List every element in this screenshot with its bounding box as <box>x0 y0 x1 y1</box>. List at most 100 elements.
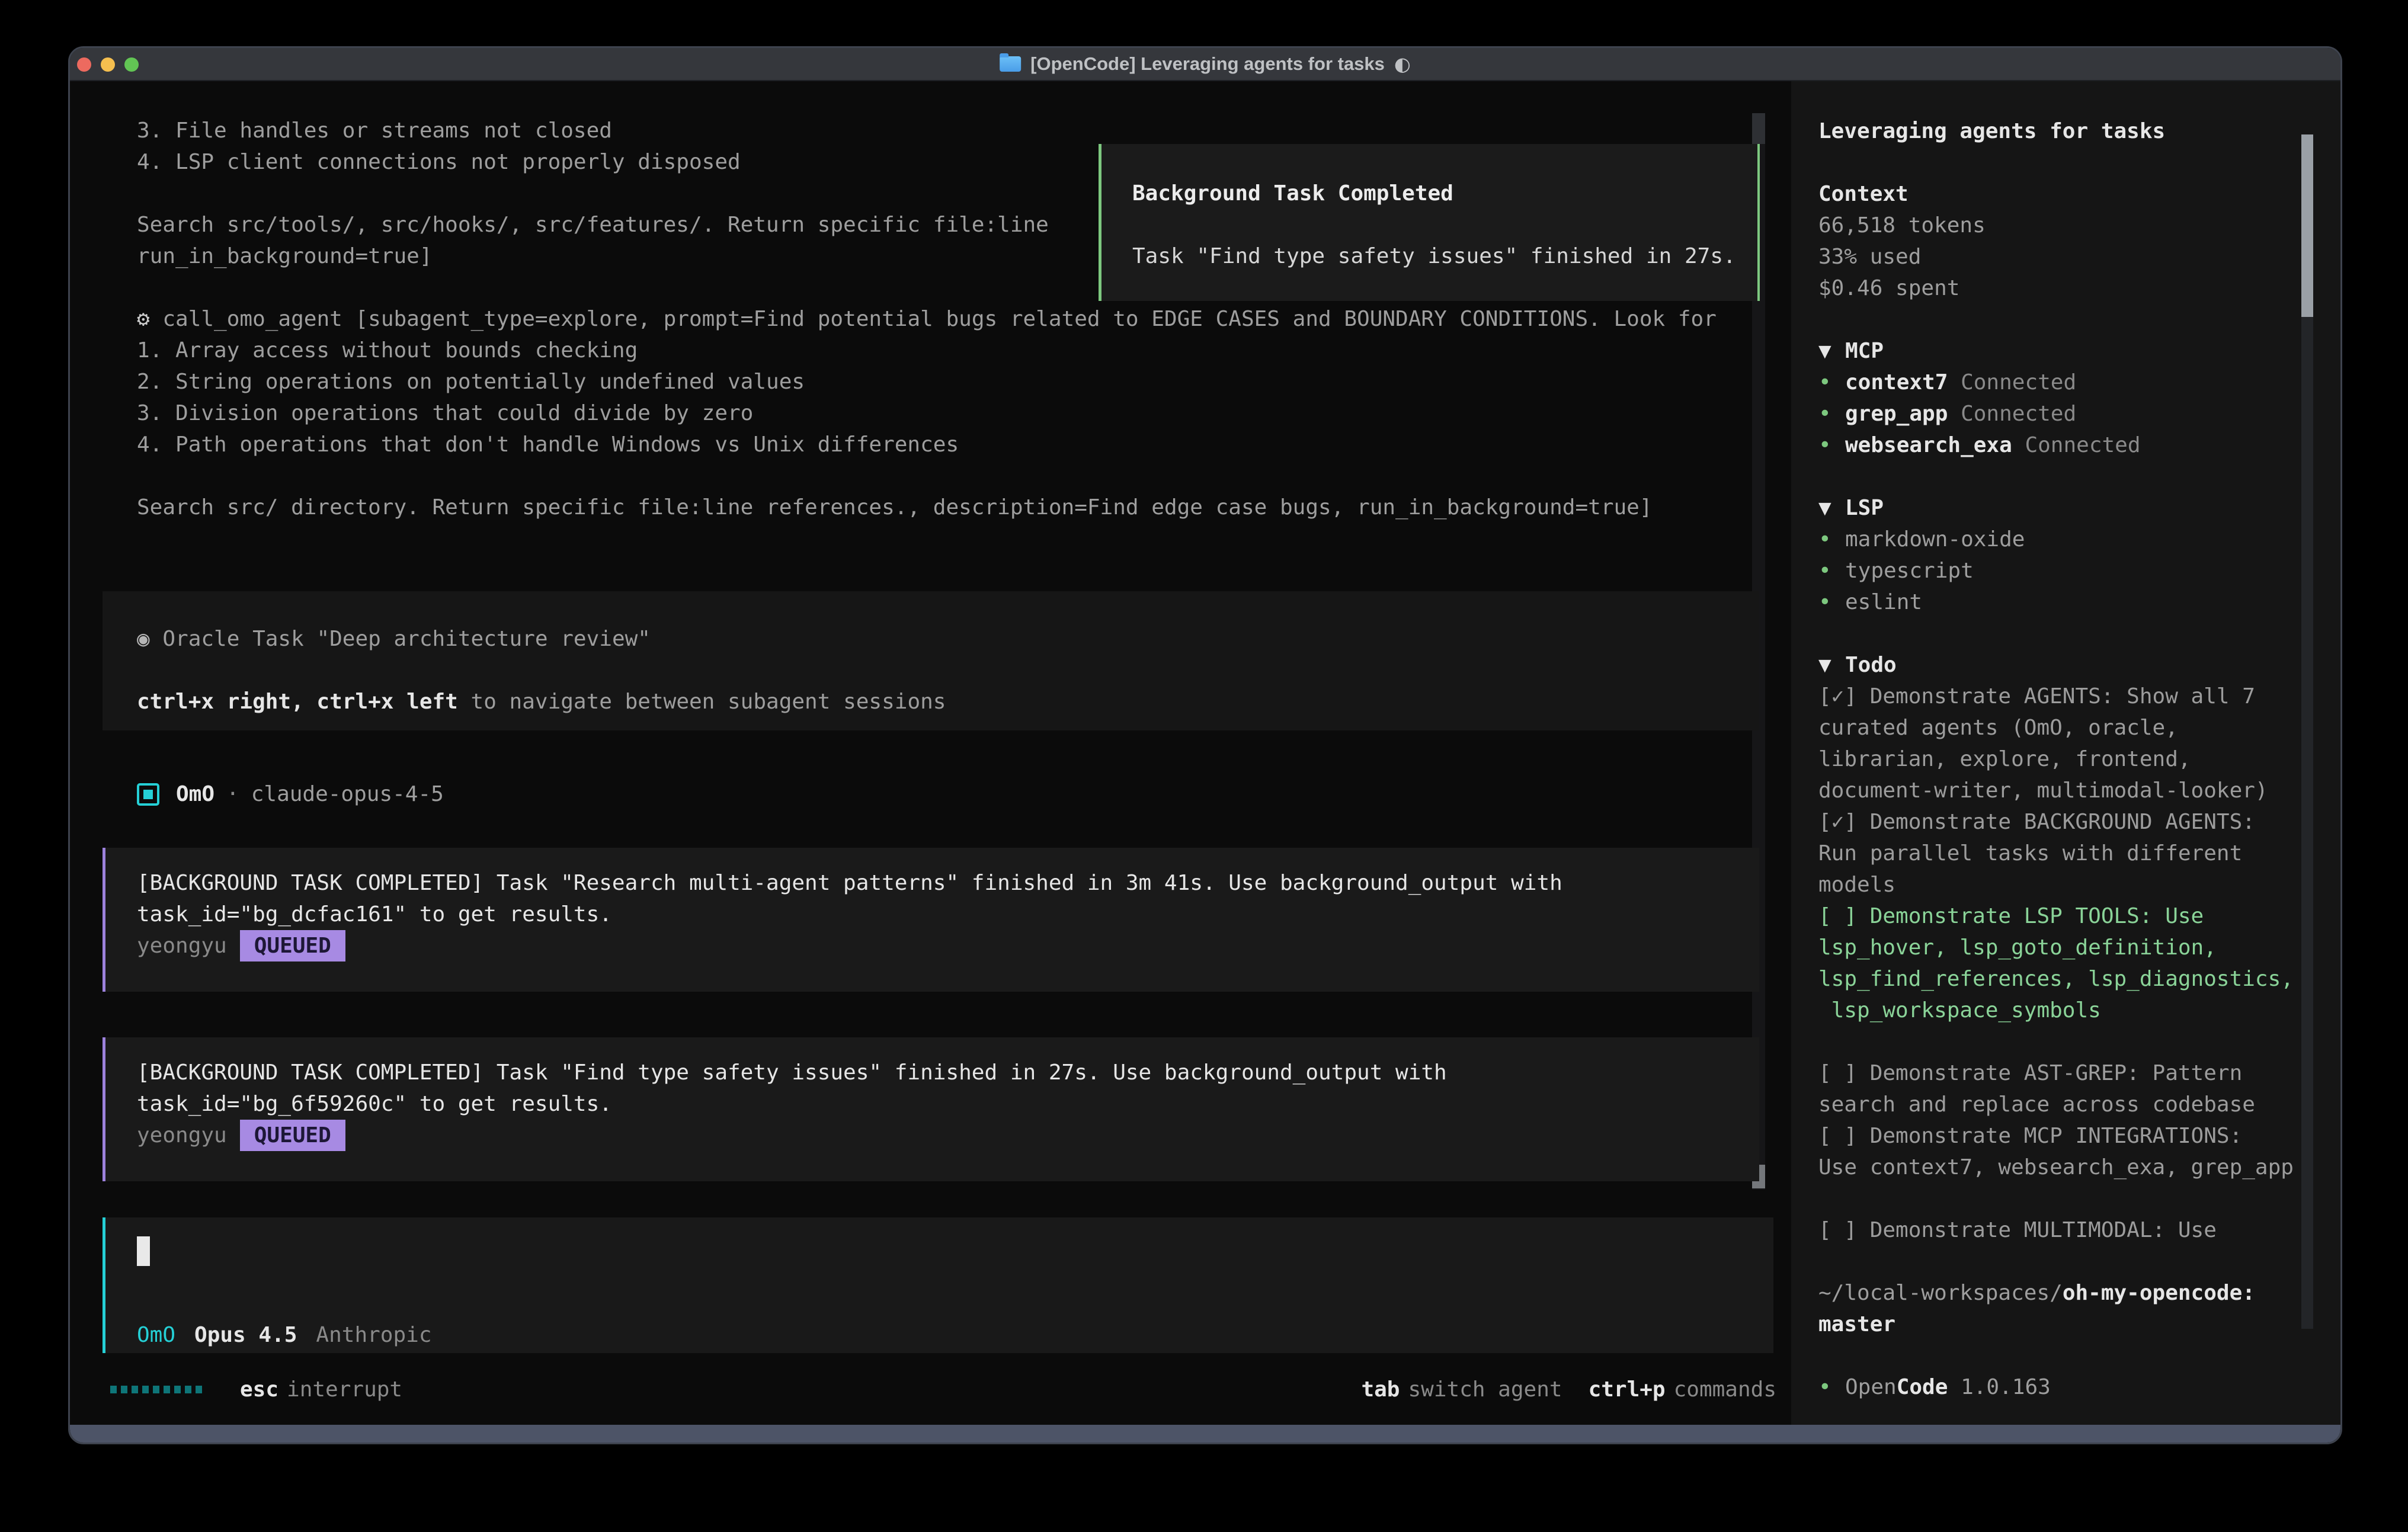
chat-scrollbar-thumb-top[interactable] <box>1752 113 1765 144</box>
prompt-input[interactable]: OmO Opus 4.5 Anthropic <box>103 1217 1773 1353</box>
blank-line <box>1818 1340 2292 1371</box>
close-button[interactable] <box>77 57 91 72</box>
todo-line: document-writer, multimodal-looker) <box>1818 775 2292 806</box>
todo-section-header[interactable]: ▼Todo <box>1818 649 2292 681</box>
spinner-dot-icon <box>185 1386 191 1393</box>
agent-name: OmO <box>176 782 214 806</box>
app-version: 1.0.163 <box>1948 1375 2050 1399</box>
input-provider-name: Anthropic <box>316 1323 431 1347</box>
context-spent: $0.46 spent <box>1818 273 2292 304</box>
spinner-dot-icon <box>132 1386 138 1393</box>
progress-spinner <box>110 1386 202 1393</box>
todo-line: [ ] Demonstrate LSP TOOLS: Use <box>1818 900 2292 932</box>
context-heading: Context <box>1818 178 2292 210</box>
blank-line <box>1818 304 2292 335</box>
blank-line <box>1818 618 2292 649</box>
oracle-task-label: Oracle Task "Deep architecture review" <box>150 627 651 651</box>
spinner-dot-icon <box>121 1386 127 1393</box>
lsp-item: •markdown-oxide <box>1818 524 2292 555</box>
spinner-dot-icon <box>196 1386 202 1393</box>
minimize-button[interactable] <box>101 57 115 72</box>
ctrlp-key-label: commands <box>1674 1377 1776 1402</box>
mcp-item: •grep_app Connected <box>1818 398 2292 430</box>
todo-line: [ ] Demonstrate MCP INTEGRATIONS: <box>1818 1120 2292 1152</box>
lsp-item-name: markdown-oxide <box>1845 527 2025 552</box>
todo-list: [✓] Demonstrate AGENTS: Show all 7curate… <box>1818 681 2292 1246</box>
hint-shortcut: ctrl+x right, ctrl+x left <box>137 690 458 714</box>
agent-model: claude-opus-4-5 <box>251 782 444 806</box>
sidebar-scrollbar-track[interactable] <box>2301 134 2313 1329</box>
spinner-dot-icon <box>164 1386 170 1393</box>
agent-header: OmO · claude-opus-4-5 <box>137 778 444 810</box>
bullet-icon: • <box>1818 555 1845 586</box>
gear-icon: ⚙ <box>137 307 150 331</box>
hint-text: to navigate between subagent sessions <box>458 690 946 714</box>
todo-line: [✓] Demonstrate AGENTS: Show all 7 <box>1818 681 2292 712</box>
lsp-item-name: eslint <box>1845 590 1922 614</box>
toast-title: Background Task Completed <box>1132 178 1757 209</box>
mcp-item-status <box>1948 370 1961 395</box>
title-bar: [OpenCode] Leveraging agents for tasks ◐ <box>70 48 2340 81</box>
todo-line: Use context7, websearch_exa, grep_app <box>1818 1152 2292 1183</box>
todo-line: lsp_find_references, lsp_diagnostics, <box>1818 963 2292 995</box>
radio-icon: ◉ <box>137 627 150 651</box>
mcp-heading: MCP <box>1845 339 1884 363</box>
lsp-section-header[interactable]: ▼LSP <box>1818 492 2292 524</box>
text-cursor <box>137 1236 150 1266</box>
workspace-branch: master <box>1818 1309 2292 1340</box>
blank-line <box>1818 461 2292 492</box>
todo-line: [ ] Demonstrate MULTIMODAL: Use <box>1818 1214 2292 1246</box>
bullet-icon: • <box>1818 398 1845 430</box>
zoom-button[interactable] <box>124 57 139 72</box>
session-sidebar: Leveraging agents for tasks Context 66,5… <box>1791 81 2342 1428</box>
todo-line: lsp_workspace_symbols <box>1818 995 2292 1026</box>
spinner-dot-icon <box>153 1386 159 1393</box>
message-line: task_id="bg_dcfac161" to get results. <box>137 899 1759 930</box>
tool-call-line: ⚙ call_omo_agent [subagent_type=explore,… <box>137 303 1717 335</box>
workspace-repo: oh-my-opencode: <box>2063 1281 2255 1305</box>
output-line: 2. String operations on potentially unde… <box>137 366 1717 398</box>
todo-heading: Todo <box>1845 653 1897 677</box>
terminal-pane: 3. File handles or streams not closed 4.… <box>70 81 1791 1428</box>
navigation-hint: ctrl+x right, ctrl+x left to navigate be… <box>137 686 1759 717</box>
queued-badge: QUEUED <box>240 930 345 961</box>
todo-line: Run parallel tasks with different <box>1818 838 2292 869</box>
app-name-bold: Code <box>1897 1375 1948 1399</box>
message-card: [BACKGROUND TASK COMPLETED] Task "Find t… <box>103 1037 1759 1181</box>
window-title-group: [OpenCode] Leveraging agents for tasks ◐ <box>1000 48 1411 80</box>
bullet-icon: • <box>1818 1371 1845 1403</box>
session-title: Leveraging agents for tasks <box>1818 116 2292 147</box>
window-title: [OpenCode] Leveraging agents for tasks <box>1030 53 1385 75</box>
output-line: 3. Division operations that could divide… <box>137 398 1717 429</box>
output-line: 1. Array access without bounds checking <box>137 335 1717 366</box>
traffic-lights <box>77 57 139 72</box>
tab-key-hint: tab <box>1361 1377 1400 1402</box>
version-line: •OpenCode 1.0.163 <box>1818 1371 2292 1403</box>
todo-line: curated agents (OmO, oracle, <box>1818 712 2292 743</box>
message-card: [BACKGROUND TASK COMPLETED] Task "Resear… <box>103 848 1759 992</box>
app-name-light: Open <box>1845 1375 1897 1399</box>
output-line: Search src/ directory. Return specific f… <box>137 492 1717 523</box>
mcp-section-header[interactable]: ▼MCP <box>1818 335 2292 367</box>
status-bar: esc interrupt tab switch agent ctrl+p co… <box>110 1374 1776 1405</box>
mcp-item-name: grep_app <box>1845 402 1948 426</box>
window-bottom-bar <box>70 1425 2340 1443</box>
model-status-line: OmO Opus 4.5 Anthropic <box>137 1319 432 1351</box>
todo-line: lsp_hover, lsp_goto_definition, <box>1818 932 2292 963</box>
tab-key-label: switch agent <box>1408 1377 1562 1402</box>
omo-agent-icon <box>137 783 159 806</box>
input-agent-name: OmO <box>137 1323 175 1347</box>
bullet-icon: • <box>1818 367 1845 398</box>
oracle-task-panel: ◉ Oracle Task "Deep architecture review"… <box>103 591 1759 730</box>
context-tokens: 66,518 tokens <box>1818 210 2292 241</box>
app-window: [OpenCode] Leveraging agents for tasks ◐… <box>68 46 2342 1444</box>
message-line: task_id="bg_6f59260c" to get results. <box>137 1088 1759 1120</box>
lsp-heading: LSP <box>1845 496 1884 520</box>
chevron-down-icon: ▼ <box>1818 335 1845 367</box>
sidebar-scrollbar-thumb[interactable] <box>2301 134 2313 317</box>
todo-line: [ ] Demonstrate AST-GREP: Pattern <box>1818 1057 2292 1089</box>
background-task-toast[interactable]: Background Task Completed Task "Find typ… <box>1099 144 1760 301</box>
workspace-path: ~/local-workspaces/oh-my-opencode: <box>1818 1277 2292 1309</box>
queued-badge: QUEUED <box>240 1120 345 1151</box>
todo-line: models <box>1818 869 2292 900</box>
